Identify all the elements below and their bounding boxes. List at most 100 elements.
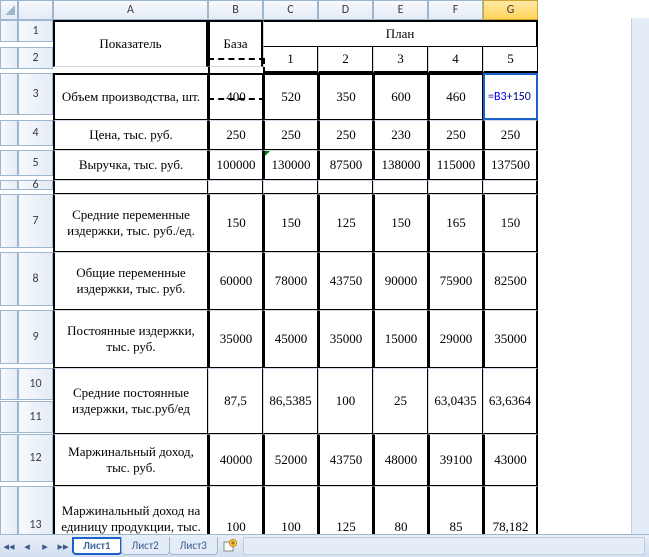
data-cell[interactable]: 520: [263, 73, 318, 120]
row-gutter: [0, 73, 18, 115]
data-cell[interactable]: 150: [373, 194, 428, 252]
sheet-tab[interactable]: Лист3: [169, 537, 218, 555]
data-cell[interactable]: 60000: [208, 252, 263, 310]
tab-nav-first-icon[interactable]: ◂◂: [1, 538, 17, 554]
tab-nav-prev-icon[interactable]: ◂: [19, 538, 35, 554]
row-header[interactable]: 3: [18, 73, 53, 115]
data-cell[interactable]: 350: [318, 73, 373, 120]
data-cell[interactable]: 138000: [373, 150, 428, 180]
data-cell[interactable]: 87,5: [208, 368, 263, 434]
data-cell[interactable]: 63,0435: [428, 368, 483, 434]
row-header[interactable]: 6: [18, 180, 53, 190]
data-cell[interactable]: 130000: [263, 150, 318, 180]
select-all-corner[interactable]: [0, 0, 18, 20]
data-cell[interactable]: 250: [428, 120, 483, 150]
header-plan-col: 5: [483, 47, 538, 73]
column-header[interactable]: F: [428, 0, 483, 20]
header-plan-col: 1: [263, 47, 318, 73]
data-cell[interactable]: 600: [373, 73, 428, 120]
row-gutter: [0, 401, 18, 433]
formula-cell-active[interactable]: =B3+150: [483, 73, 538, 120]
data-cell[interactable]: 250: [263, 120, 318, 150]
empty-cell[interactable]: [428, 180, 483, 194]
column-header[interactable]: A: [53, 0, 208, 20]
row-header[interactable]: 1: [18, 20, 53, 42]
data-cell[interactable]: 100000: [208, 150, 263, 180]
column-header[interactable]: D: [318, 0, 373, 20]
data-cell[interactable]: 43750: [318, 252, 373, 310]
data-cell[interactable]: 150: [263, 194, 318, 252]
empty-cell[interactable]: [208, 180, 263, 194]
data-cell[interactable]: 400: [208, 73, 263, 120]
data-cell[interactable]: 52000: [263, 434, 318, 486]
row-number-header: [18, 0, 53, 20]
row-header[interactable]: 7: [18, 194, 53, 248]
data-cell[interactable]: 115000: [428, 150, 483, 180]
column-header[interactable]: C: [263, 0, 318, 20]
new-sheet-icon[interactable]: [221, 538, 239, 554]
empty-cell[interactable]: [53, 180, 208, 194]
data-cell[interactable]: 25: [373, 368, 428, 434]
data-cell[interactable]: 250: [483, 120, 538, 150]
vertical-scrollbar[interactable]: [631, 18, 649, 535]
row-gutter: [0, 310, 18, 364]
row-label: Средние постоянные издержки, тыс.руб/ед: [53, 368, 208, 434]
data-cell[interactable]: 150: [483, 194, 538, 252]
grid: ABCDEFG1ПоказательБазаПлан2123453Объем п…: [0, 0, 649, 557]
data-cell[interactable]: 29000: [428, 310, 483, 368]
data-cell[interactable]: 35000: [483, 310, 538, 368]
data-cell[interactable]: 43000: [483, 434, 538, 486]
empty-cell[interactable]: [318, 180, 373, 194]
sheet-tab[interactable]: Лист1: [72, 537, 122, 555]
tab-nav-last-icon[interactable]: ▸▸: [55, 538, 71, 554]
data-cell[interactable]: 39100: [428, 434, 483, 486]
tab-nav-next-icon[interactable]: ▸: [37, 538, 53, 554]
data-cell[interactable]: 75900: [428, 252, 483, 310]
data-cell[interactable]: 250: [318, 120, 373, 150]
data-cell[interactable]: 90000: [373, 252, 428, 310]
row-label: Выручка, тыс. руб.: [53, 150, 208, 180]
empty-cell[interactable]: [483, 180, 538, 194]
data-cell[interactable]: 137500: [483, 150, 538, 180]
data-cell[interactable]: 165: [428, 194, 483, 252]
error-indicator-icon: [265, 151, 270, 156]
data-cell[interactable]: 250: [208, 120, 263, 150]
row-header[interactable]: 9: [18, 310, 53, 364]
empty-cell[interactable]: [263, 180, 318, 194]
row-header[interactable]: 4: [18, 120, 53, 146]
row-header[interactable]: 10: [18, 368, 53, 400]
data-cell[interactable]: 150: [208, 194, 263, 252]
data-cell[interactable]: 460: [428, 73, 483, 120]
column-header[interactable]: G: [483, 0, 538, 20]
data-cell[interactable]: 35000: [318, 310, 373, 368]
empty-cell[interactable]: [373, 180, 428, 194]
row-gutter: [0, 20, 18, 42]
row-header[interactable]: 2: [18, 47, 53, 69]
row-gutter: [0, 150, 18, 176]
row-header[interactable]: 12: [18, 434, 53, 482]
data-cell[interactable]: 100: [318, 368, 373, 434]
data-cell[interactable]: 48000: [373, 434, 428, 486]
data-cell[interactable]: 45000: [263, 310, 318, 368]
data-cell[interactable]: 87500: [318, 150, 373, 180]
horizontal-scrollbar[interactable]: [243, 537, 645, 555]
data-cell[interactable]: 125: [318, 194, 373, 252]
data-cell[interactable]: 82500: [483, 252, 538, 310]
row-label: Цена, тыс. руб.: [53, 120, 208, 150]
column-header[interactable]: B: [208, 0, 263, 20]
data-cell[interactable]: 15000: [373, 310, 428, 368]
sheet-tab[interactable]: Лист2: [121, 537, 170, 555]
column-header[interactable]: E: [373, 0, 428, 20]
data-cell[interactable]: 40000: [208, 434, 263, 486]
data-cell[interactable]: 230: [373, 120, 428, 150]
data-cell[interactable]: 43750: [318, 434, 373, 486]
data-cell[interactable]: 35000: [208, 310, 263, 368]
row-header[interactable]: 11: [18, 401, 53, 433]
row-header[interactable]: 8: [18, 252, 53, 306]
row-gutter: [0, 252, 18, 306]
data-cell[interactable]: 86,5385: [263, 368, 318, 434]
data-cell[interactable]: 78000: [263, 252, 318, 310]
header-plan-col: 4: [428, 47, 483, 73]
data-cell[interactable]: 63,6364: [483, 368, 538, 434]
row-header[interactable]: 5: [18, 150, 53, 176]
